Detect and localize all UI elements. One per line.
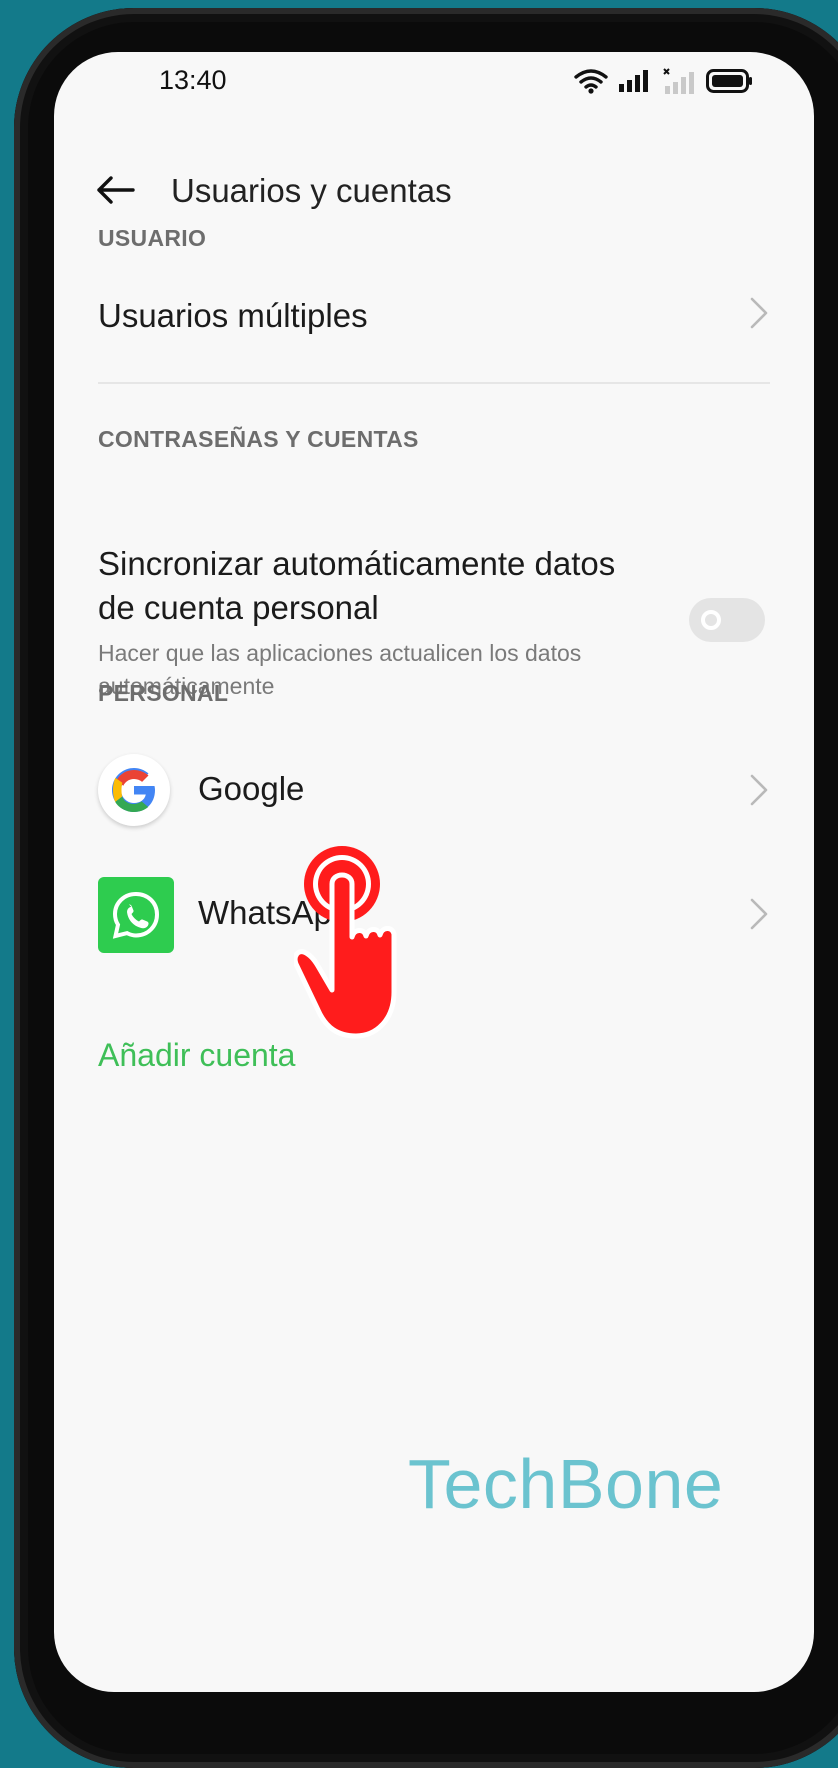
sync-toggle[interactable] [689,598,765,642]
chevron-right-icon [750,297,768,329]
section-label-usuario: USUARIO [98,225,207,251]
back-arrow-icon [97,176,135,204]
sync-setting-title: Sincronizar automáticamente datos de cue… [98,545,616,626]
whatsapp-logo [112,891,160,939]
account-item-whatsapp[interactable]: WhatsApp [54,852,814,962]
status-icons [574,68,754,94]
whatsapp-icon [98,877,174,953]
google-icon [98,754,170,826]
account-item-google[interactable]: Google [54,740,814,840]
status-time: 13:40 [159,65,227,95]
google-logo [112,768,155,812]
battery-icon [706,69,752,93]
section-label-personal: PERSONAL [98,680,229,706]
app-bar: Usuarios y cuentas [54,152,814,232]
back-button[interactable] [90,167,140,213]
multiple-users-item[interactable]: Usuarios múltiples [54,277,814,367]
multiple-users-label: Usuarios múltiples [98,297,368,334]
toggle-knob [701,610,721,630]
no-signal-icon [663,68,694,94]
page-title: Usuarios y cuentas [171,172,452,209]
tap-hand-icon [294,846,397,1039]
section-divider [98,382,770,384]
chevron-right-icon [750,774,768,806]
status-bar: 13:40 [54,52,814,112]
signal-strength-icon [619,70,648,92]
section-label-passwords: CONTRASEÑAS Y CUENTAS [98,426,419,452]
google-label: Google [198,770,305,807]
add-account-button[interactable]: Añadir cuenta [98,1037,295,1074]
chevron-right-icon [750,898,768,930]
techbone-watermark: TechBone [408,1445,724,1523]
wifi-icon [574,69,608,94]
phone-screen: 13:40 Usuarios y cuentas USUARIO Usuario… [54,52,814,1692]
